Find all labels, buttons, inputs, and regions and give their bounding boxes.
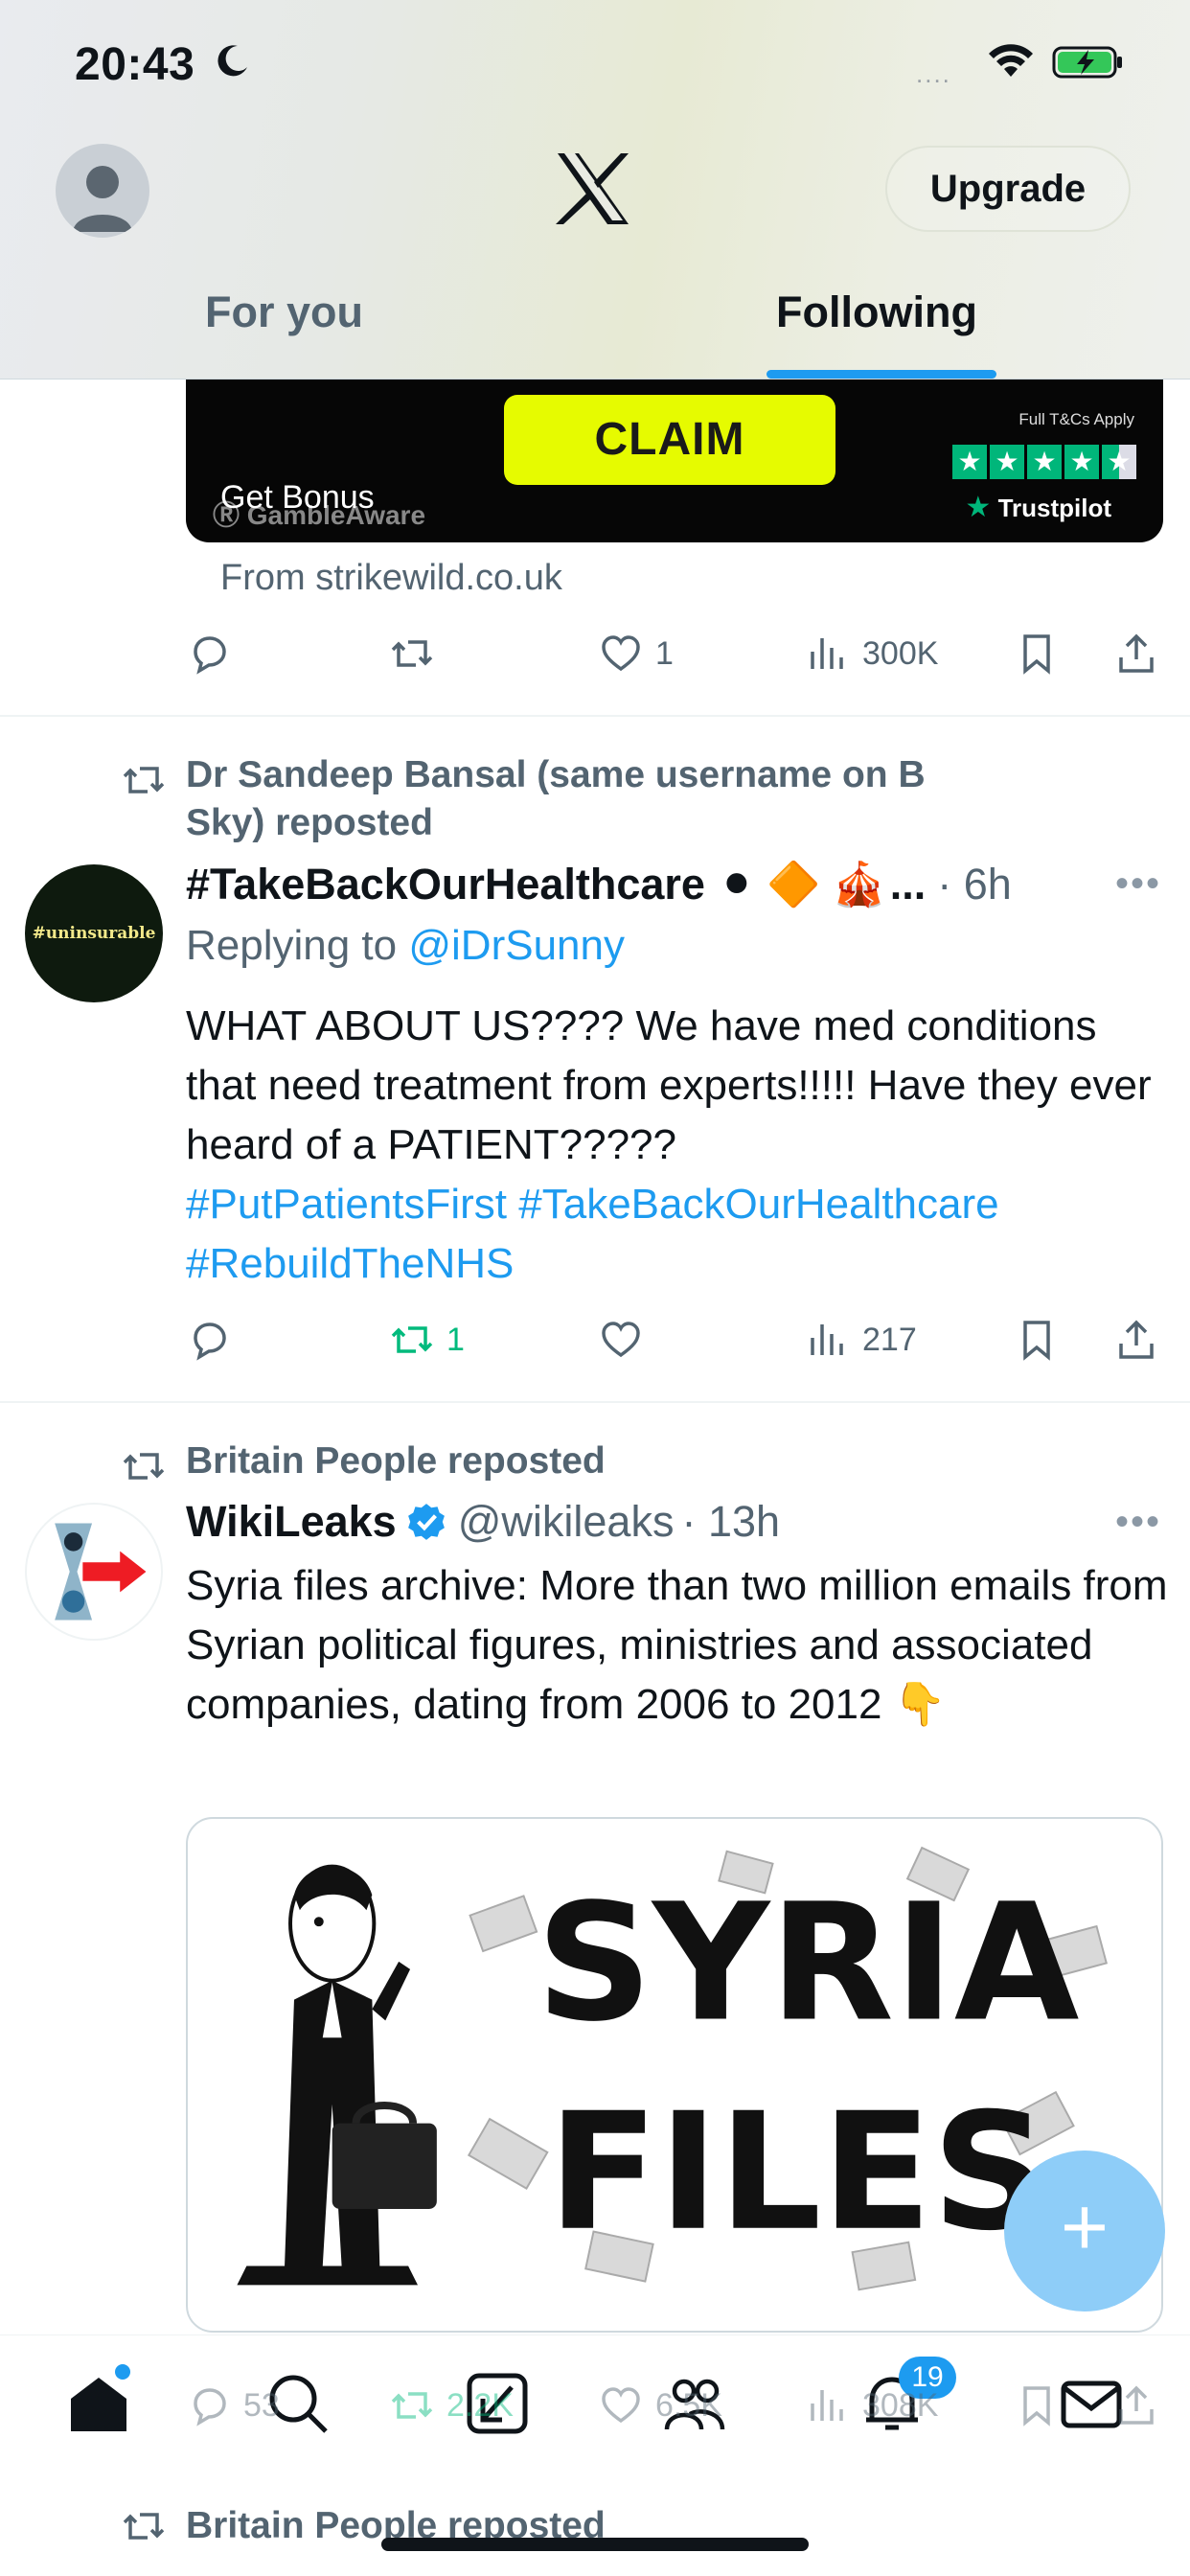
reply-icon [194,636,226,675]
views-icon [811,2390,843,2421]
post-time[interactable]: · 6h [937,860,1012,909]
display-name[interactable]: WikiLeaks [186,1497,397,1547]
share-icon [1119,1320,1154,1359]
like-button[interactable]: 1 [598,625,674,682]
bookmark-button[interactable] [1014,625,1060,682]
avatar-text: #uninsurable [32,924,156,943]
x-logo-icon[interactable] [554,151,632,226]
heart-icon [602,2387,640,2424]
replying-to: Replying to @iDrSunny [186,922,625,969]
ad-action-bar: 1 300K [186,625,1163,682]
repost-button[interactable] [389,625,435,682]
verified-badge-icon [407,1504,445,1540]
repost-icon [391,1326,433,1353]
share-button[interactable] [1113,2377,1159,2434]
repost-icon [123,2513,165,2540]
moon-icon [217,45,247,77]
post-header: WikiLeaks @wikileaks · 13h [186,1497,780,1547]
hashtag-link[interactable]: #PutPatientsFirst [186,1181,507,1228]
views-button[interactable]: 300K [805,625,938,682]
reply-button[interactable] [186,1311,243,1368]
home-unread-dot [115,2364,130,2380]
more-options-button[interactable]: ••• [1115,862,1161,906]
terms-note: Full T&Cs Apply [1018,410,1134,428]
reply-button[interactable]: 53 [186,2377,280,2434]
reply-icon [194,1322,226,1361]
image-title-line1: SYRIA [536,1868,1079,2057]
heart-icon [602,1322,640,1358]
like-button[interactable] [598,1311,655,1368]
image-title-line2: FILES [548,2078,1048,2266]
tab-for-you[interactable]: For you [205,288,363,337]
post-action-bar: 53 2.2K 6.5K 308K [186,2377,1163,2434]
repost-button[interactable]: 2.2K [389,2377,514,2434]
replying-handle-link[interactable]: @iDrSunny [408,922,625,969]
repost-icon [391,2392,433,2419]
avatar[interactable]: #uninsurable [25,864,163,1002]
get-bonus-text: Get Bonus [220,479,375,516]
repost-icon [391,640,433,667]
share-icon [1119,633,1154,673]
share-button[interactable] [1113,625,1159,682]
bookmark-button[interactable] [1014,1311,1060,1368]
share-icon [1119,2385,1154,2425]
reply-icon [194,2388,226,2426]
views-icon [811,638,843,669]
home-icon[interactable] [65,2370,132,2437]
share-button[interactable] [1113,1311,1159,1368]
compose-post-button[interactable]: + [1004,2150,1165,2312]
post-time[interactable]: · 13h [681,1497,780,1547]
bookmark-icon [1023,2386,1050,2426]
bookmark-button[interactable] [1014,2377,1060,2434]
user-handle[interactable]: @wikileaks [458,1497,675,1547]
wifi-icon [989,44,1033,77]
top-header: 20:43 .... Upgrade For you Following [0,0,1190,380]
upgrade-button[interactable]: Upgrade [885,146,1131,232]
hashtag-link[interactable]: #TakeBackOurHealthcare [518,1181,998,1228]
bookmark-icon [1023,1321,1050,1361]
repost-attribution[interactable]: Britain People reposted [121,1438,606,1489]
claim-button[interactable]: CLAIM [504,395,835,485]
trustpilot-logo: ★ Trustpilot [965,492,1111,523]
ad-source-link[interactable]: From strikewild.co.uk [220,558,562,599]
tab-following[interactable]: Following [776,288,977,337]
name-emojis: ⚫ 🔶 🎪 [718,860,886,908]
like-button[interactable]: 6.5K [598,2377,722,2434]
post-text: Syria files archive: More than two milli… [186,1562,1168,1728]
bookmark-icon [1023,634,1050,675]
post-divider [0,715,1190,717]
battery-charging-icon [1052,46,1122,79]
hashtag-link[interactable]: #RebuildTheNHS [186,1240,514,1287]
display-name[interactable]: #TakeBackOurHealthcare [186,860,705,909]
trustpilot-stars: ★ ★ ★ ★ ★ [952,445,1136,479]
home-indicator [381,2538,809,2551]
repost-attribution[interactable]: Dr Sandeep Bansal (same username on B Sk… [121,751,1002,847]
profile-avatar-button[interactable] [56,144,149,238]
repost-icon [123,1453,165,1480]
repost-icon [123,767,165,794]
post-divider [0,1401,1190,1403]
avatar[interactable] [25,1503,163,1641]
name-ellipsis: ... [889,859,927,908]
heart-icon [602,635,640,672]
post-action-bar: 1 217 [186,1311,1163,1368]
post-text: WHAT ABOUT US???? We have med conditions… [186,1002,1152,1168]
reply-button[interactable] [186,625,243,682]
repost-button[interactable]: 1 [389,1311,465,1368]
post-header: #TakeBackOurHealthcare ⚫ 🔶 🎪 ... · 6h [186,859,1012,909]
active-tab-indicator [767,370,996,379]
status-time: 20:43 [75,39,195,90]
views-button[interactable]: 308K [805,2377,938,2434]
hourglass-logo-icon [55,1523,147,1621]
post-body: WHAT ABOUT US???? We have med conditions… [186,997,1173,1294]
views-icon [811,1324,843,1355]
cellular-signal: .... [916,59,951,88]
user-silhouette-icon [73,166,132,232]
views-button[interactable]: 217 [805,1311,917,1368]
more-options-button[interactable]: ••• [1115,1501,1161,1544]
